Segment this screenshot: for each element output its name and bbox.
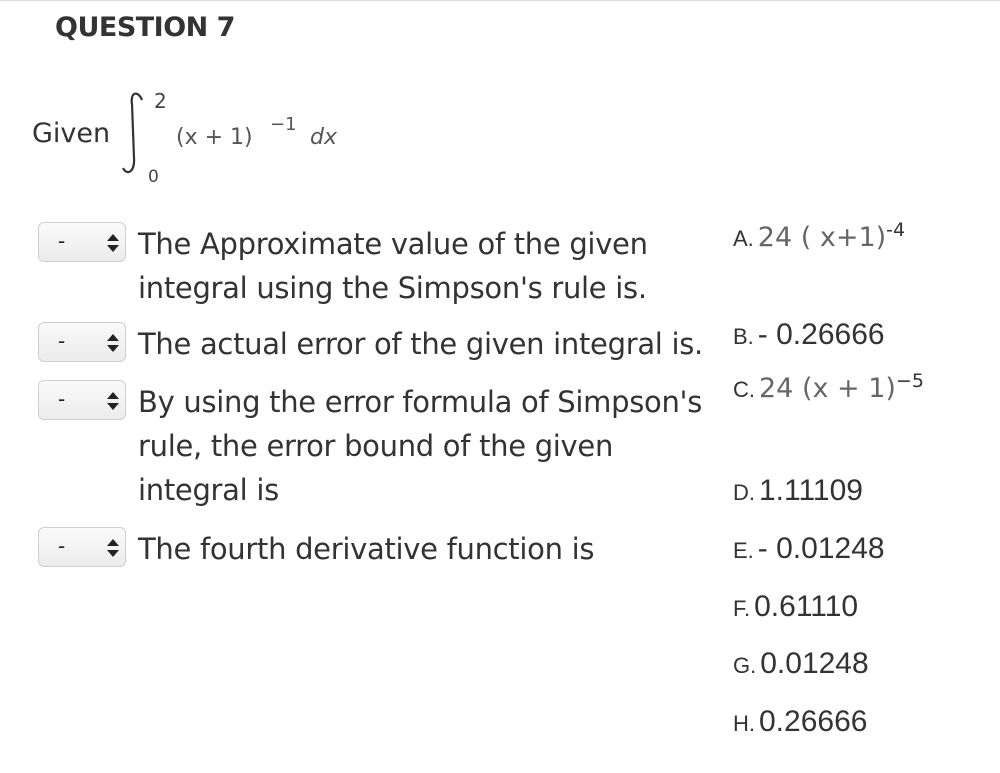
select-value: - (58, 229, 66, 253)
match-prompt-4: The fourth derivative function is (138, 532, 595, 566)
up-down-arrows-icon (107, 234, 119, 252)
option-value: 24 ( x+1) (757, 222, 887, 253)
option-value: - 0.01248 (757, 532, 885, 565)
answer-select-1[interactable]: - (38, 222, 126, 262)
integral-sign-icon (122, 92, 144, 174)
option-e: E. - 0.01248 (733, 532, 885, 566)
option-label: F. (733, 596, 751, 621)
integral-exponent: −1 (270, 114, 297, 135)
option-exponent: −5 (895, 369, 924, 392)
up-down-arrows-icon (107, 539, 119, 557)
option-label: D. (733, 480, 755, 505)
match-prompt-3: By using the error formula of Simpson's … (138, 385, 703, 507)
integral-expression: 2 0 (x + 1) −1 dx (120, 86, 360, 187)
top-divider (0, 0, 1000, 1)
option-label: A. (733, 226, 754, 251)
integral-upper-limit: 2 (154, 89, 167, 113)
option-value: 0.26666 (759, 705, 868, 738)
match-prompt-1: The Approximate value of the given integ… (138, 227, 648, 305)
option-value: 0.61110 (754, 590, 859, 623)
answer-select-3[interactable]: - (38, 380, 126, 420)
option-d: D. 1.11109 (733, 474, 863, 508)
select-value: - (58, 329, 66, 353)
option-value: 24 (x + 1) (759, 373, 896, 404)
option-label: G. (733, 653, 757, 678)
select-value: - (58, 534, 66, 558)
option-f: F. 0.61110 (733, 590, 858, 624)
option-label: B. (733, 324, 754, 349)
option-label: H. (733, 711, 755, 736)
option-h: H. 0.26666 (733, 705, 867, 739)
option-value: 0.01248 (760, 647, 869, 680)
option-g: G. 0.01248 (733, 647, 869, 681)
integral-lower-limit: 0 (148, 167, 159, 187)
match-prompt-2: The actual error of the given integral i… (138, 327, 703, 361)
option-b: B. - 0.26666 (733, 318, 885, 352)
integral-integrand: (x + 1) (176, 125, 253, 150)
option-label: C. (733, 377, 755, 402)
answer-select-2[interactable]: - (38, 322, 126, 362)
option-value: 1.11109 (759, 474, 863, 507)
option-a: A. 24 ( x+1)-4 (733, 218, 906, 253)
question-title: QUESTION 7 (55, 12, 235, 43)
answer-select-4[interactable]: - (38, 527, 126, 567)
option-exponent: -4 (886, 218, 906, 241)
option-value: - 0.26666 (757, 318, 885, 351)
integral-differential: dx (310, 125, 338, 150)
up-down-arrows-icon (107, 334, 119, 352)
given-label: Given (32, 118, 111, 149)
up-down-arrows-icon (107, 392, 119, 410)
option-c: C. 24 (x + 1)−5 (733, 369, 924, 404)
option-label: E. (733, 538, 754, 563)
select-value: - (58, 387, 66, 411)
